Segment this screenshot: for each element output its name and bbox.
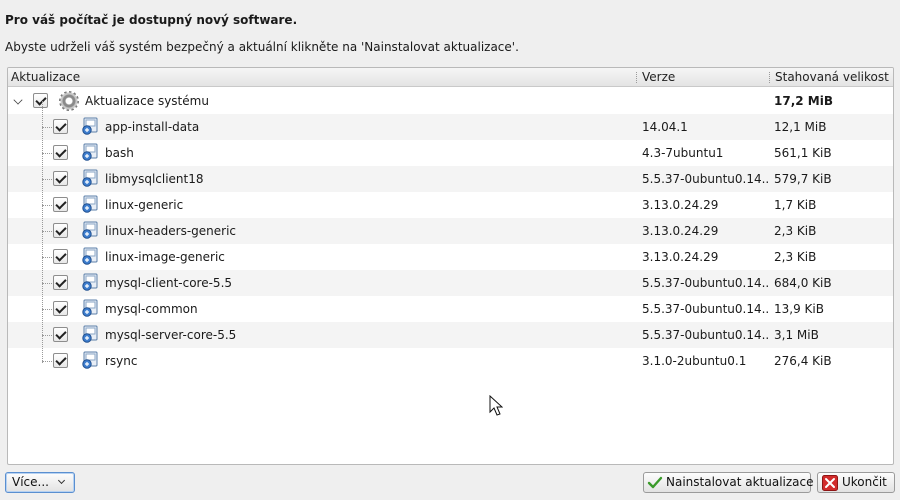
checkbox[interactable]: [53, 275, 68, 290]
tree-header: Aktualizace Verze Stahovaná velikost: [8, 68, 893, 87]
update-version: [642, 88, 768, 114]
quit-button[interactable]: Ukončit: [817, 472, 895, 493]
package-icon: [82, 351, 98, 369]
package-icon: [82, 221, 98, 239]
package-name: linux-generic: [105, 198, 184, 212]
package-name: mysql-client-core-5.5: [105, 276, 233, 290]
package-icon: [82, 299, 98, 317]
package-icon: [82, 169, 98, 187]
install-updates-button[interactable]: Nainstalovat aktualizace: [643, 472, 814, 493]
table-row[interactable]: app-install-data 14.04.1 12,1 MiB: [8, 114, 893, 140]
package-version: 5.5.37-0ubuntu0.14....: [642, 328, 768, 342]
checkbox[interactable]: [53, 301, 68, 316]
package-icon: [82, 195, 98, 213]
checkbox[interactable]: [53, 119, 68, 134]
package-size: 13,9 KiB: [774, 302, 824, 316]
table-row[interactable]: mysql-client-core-5.5 5.5.37-0ubuntu0.14.…: [8, 270, 893, 296]
gear-icon: [59, 91, 79, 111]
header-title: Pro váš počítač je dostupný nový softwar…: [5, 13, 298, 27]
package-size: 561,1 KiB: [774, 146, 832, 160]
checkbox[interactable]: [53, 249, 68, 264]
checkbox[interactable]: [33, 93, 48, 108]
updates-tree[interactable]: Aktualizace Verze Stahovaná velikost Akt…: [7, 67, 894, 465]
table-row[interactable]: linux-image-generic 3.13.0.24.29 2,3 KiB: [8, 244, 893, 270]
package-icon: [82, 273, 98, 291]
package-icon: [82, 247, 98, 265]
package-version: 3.13.0.24.29: [642, 198, 719, 212]
package-name: app-install-data: [105, 120, 200, 134]
package-name: bash: [105, 146, 134, 160]
table-row[interactable]: rsync 3.1.0-2ubuntu0.1 276,4 KiB: [8, 348, 893, 374]
package-name: libmysqlclient18: [105, 172, 204, 186]
package-name: mysql-common: [105, 302, 198, 316]
table-row[interactable]: libmysqlclient18 5.5.37-0ubuntu0.14.... 57…: [8, 166, 893, 192]
chevron-down-icon: [57, 476, 66, 485]
package-icon: [82, 117, 98, 135]
column-header-updates[interactable]: Aktualizace: [11, 68, 80, 87]
checkbox[interactable]: [53, 171, 68, 186]
tree-row-system-updates[interactable]: Aktualizace systému 17,2 MiB: [8, 88, 893, 114]
package-size: 1,7 KiB: [774, 198, 817, 212]
package-version: 3.13.0.24.29: [642, 250, 719, 264]
table-row[interactable]: linux-generic 3.13.0.24.29 1,7 KiB: [8, 192, 893, 218]
package-version: 5.5.37-0ubuntu0.14....: [642, 276, 768, 290]
expander-icon[interactable]: [13, 95, 23, 105]
package-size: 579,7 KiB: [774, 172, 832, 186]
more-button-label: Více...: [12, 475, 49, 489]
column-header-version[interactable]: Verze: [642, 68, 675, 87]
tree-connector-vertical: [42, 101, 43, 363]
package-name: mysql-server-core-5.5: [105, 328, 237, 342]
more-button[interactable]: Více...: [5, 472, 75, 493]
package-version: 5.5.37-0ubuntu0.14....: [642, 172, 768, 186]
package-icon: [82, 325, 98, 343]
update-name: Aktualizace systému: [85, 94, 209, 108]
package-size: 276,4 KiB: [774, 354, 832, 368]
checkbox[interactable]: [53, 197, 68, 212]
column-header-size[interactable]: Stahovaná velikost: [775, 68, 889, 87]
package-size: 3,1 MiB: [774, 328, 819, 342]
package-size: 12,1 MiB: [774, 120, 827, 134]
column-separator[interactable]: [769, 72, 770, 83]
package-version: 14.04.1: [642, 120, 688, 134]
column-separator[interactable]: [636, 72, 637, 83]
package-name: linux-headers-generic: [105, 224, 237, 238]
table-row[interactable]: mysql-server-core-5.5 5.5.37-0ubuntu0.14.…: [8, 322, 893, 348]
table-row[interactable]: linux-headers-generic 3.13.0.24.29 2,3 KiB: [8, 218, 893, 244]
update-size: 17,2 MiB: [774, 94, 833, 108]
package-name: linux-image-generic: [105, 250, 225, 264]
quit-button-label: Ukončit: [842, 475, 887, 489]
checkbox[interactable]: [53, 223, 68, 238]
package-size: 684,0 KiB: [774, 276, 832, 290]
package-size: 2,3 KiB: [774, 224, 817, 238]
header-description: Abyste udrželi váš systém bezpečný a akt…: [5, 40, 519, 54]
package-name: rsync: [105, 354, 138, 368]
checkmark-icon: [647, 476, 663, 489]
table-row[interactable]: mysql-common 5.5.37-0ubuntu0.14.... 13,9 K…: [8, 296, 893, 322]
install-updates-label: Nainstalovat aktualizace: [666, 475, 814, 489]
checkbox[interactable]: [53, 145, 68, 160]
checkbox[interactable]: [53, 327, 68, 342]
package-icon: [82, 143, 98, 161]
package-version: 3.1.0-2ubuntu0.1: [642, 354, 747, 368]
table-row[interactable]: bash 4.3-7ubuntu1 561,1 KiB: [8, 140, 893, 166]
close-icon: [822, 475, 838, 491]
package-size: 2,3 KiB: [774, 250, 817, 264]
package-version: 4.3-7ubuntu1: [642, 146, 724, 160]
package-version: 3.13.0.24.29: [642, 224, 719, 238]
package-version: 5.5.37-0ubuntu0.14....: [642, 302, 768, 316]
checkbox[interactable]: [53, 353, 68, 368]
mouse-cursor-icon: [489, 395, 503, 416]
